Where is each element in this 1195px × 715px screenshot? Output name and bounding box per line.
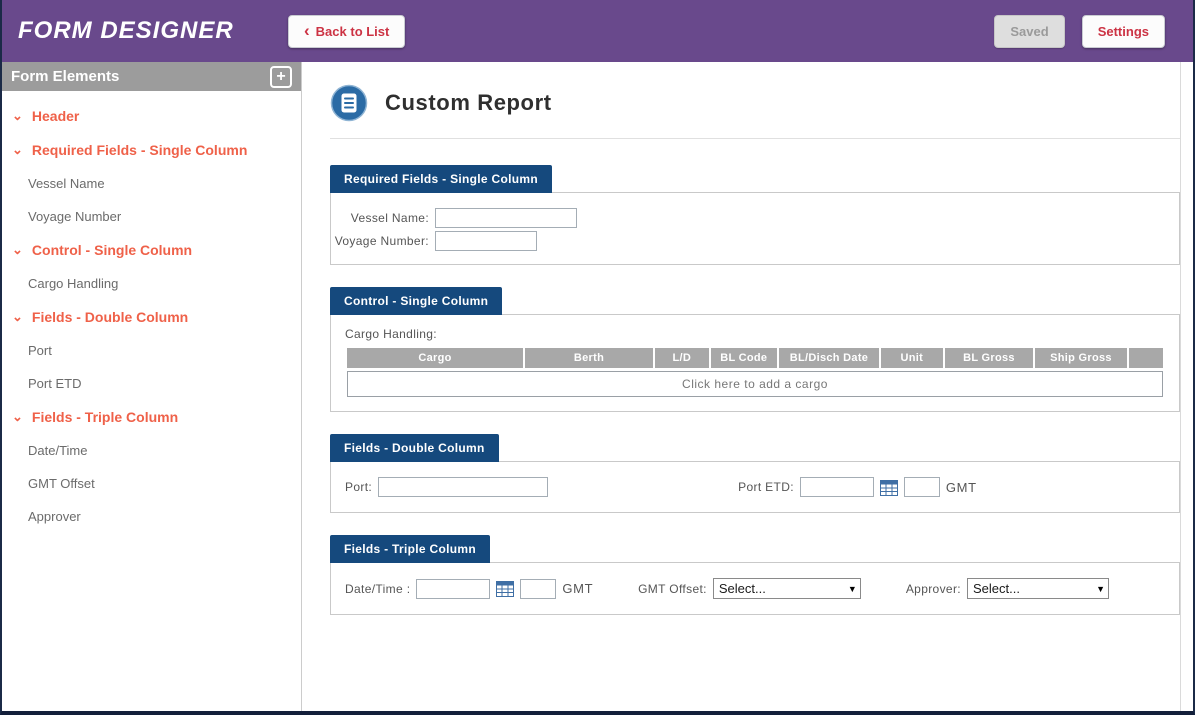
gmt-offset-field: GMT Offset: Select... ▼ (638, 578, 861, 599)
section-control: Control - Single Column Cargo Handling: … (330, 287, 1180, 412)
tab-required-fields[interactable]: Required Fields - Single Column (330, 165, 552, 193)
page-title: Custom Report (385, 90, 552, 116)
form-designer-window: FORM DESIGNER ‹ Back to List Saved Setti… (0, 0, 1195, 715)
date-time-date-input[interactable] (416, 579, 490, 599)
col-unit: Unit (881, 348, 943, 368)
approver-selected-value: Select... (973, 581, 1020, 596)
app-title: FORM DESIGNER (2, 17, 288, 45)
chevron-down-icon: ⌄ (12, 111, 23, 121)
gmt-offset-selected-value: Select... (719, 581, 766, 596)
cargo-table-header-row: Cargo Berth L/D BL Code BL/Disch Date Un… (347, 348, 1163, 368)
chevron-down-icon: ⌄ (12, 145, 23, 155)
section-double-column: Fields - Double Column Port: Port ETD: (330, 434, 1180, 513)
dropdown-arrow-icon: ▼ (848, 584, 857, 594)
sidebar-item-control-single[interactable]: ⌄ Control - Single Column (2, 233, 301, 267)
chevron-down-icon: ⌄ (12, 412, 23, 422)
port-input[interactable] (378, 477, 548, 497)
settings-button[interactable]: Settings (1082, 15, 1165, 48)
port-etd-date-input[interactable] (800, 477, 874, 497)
back-to-list-label: Back to List (316, 24, 390, 39)
section-triple-column: Fields - Triple Column Date/Time : (330, 535, 1180, 615)
sidebar-item-port[interactable]: Port (2, 334, 301, 367)
tab-double-column[interactable]: Fields - Double Column (330, 434, 499, 462)
vessel-name-label: Vessel Name: (331, 211, 429, 225)
approver-select[interactable]: Select... ▼ (967, 578, 1109, 599)
sidebar-item-gmt-offset[interactable]: GMT Offset (2, 467, 301, 500)
col-ld: L/D (655, 348, 709, 368)
sidebar-item-cargo-handling[interactable]: Cargo Handling (2, 267, 301, 300)
sidebar-group-label: Header (32, 108, 79, 124)
col-ship-gross: Ship Gross (1035, 348, 1126, 368)
voyage-number-label: Voyage Number: (331, 234, 429, 248)
sidebar-item-approver[interactable]: Approver (2, 500, 301, 533)
date-time-label: Date/Time : (345, 582, 410, 596)
sidebar-item-required-fields[interactable]: ⌄ Required Fields - Single Column (2, 133, 301, 167)
sidebar-item-vessel-name[interactable]: Vessel Name (2, 167, 301, 200)
required-fields-box: Vessel Name: Voyage Number: (330, 192, 1180, 265)
sidebar-group-label: Required Fields - Single Column (32, 142, 247, 158)
tab-control[interactable]: Control - Single Column (330, 287, 502, 315)
sidebar-item-fields-double[interactable]: ⌄ Fields - Double Column (2, 300, 301, 334)
sidebar-title: Form Elements (11, 68, 119, 85)
tab-triple-column[interactable]: Fields - Triple Column (330, 535, 490, 563)
col-berth: Berth (525, 348, 653, 368)
voyage-number-row: Voyage Number: (331, 231, 1179, 251)
date-time-field: Date/Time : GMT (345, 579, 593, 599)
report-header: Custom Report (330, 84, 1180, 139)
section-required-fields: Required Fields - Single Column Vessel N… (330, 165, 1180, 265)
saved-button[interactable]: Saved (994, 15, 1064, 48)
form-canvas: Custom Report Required Fields - Single C… (302, 62, 1181, 711)
topbar-actions: Saved Settings (994, 15, 1193, 48)
back-chevron-icon: ‹ (304, 26, 310, 36)
vessel-name-input[interactable] (435, 208, 577, 228)
sidebar-group-label: Fields - Double Column (32, 309, 188, 325)
col-bl-code: BL Code (711, 348, 777, 368)
body-area: Form Elements + ⌄ Header ⌄ Required Fiel… (2, 62, 1193, 711)
double-column-box: Port: Port ETD: (330, 461, 1180, 513)
sidebar-item-voyage-number[interactable]: Voyage Number (2, 200, 301, 233)
approver-label: Approver: (906, 582, 961, 596)
col-cargo: Cargo (347, 348, 523, 368)
document-icon (330, 84, 368, 122)
voyage-number-input[interactable] (435, 231, 537, 251)
sidebar-item-header[interactable]: ⌄ Header (2, 99, 301, 133)
port-etd-time-input[interactable] (904, 477, 940, 497)
add-cargo-row[interactable]: Click here to add a cargo (347, 371, 1163, 397)
add-element-button[interactable]: + (270, 66, 292, 88)
gmt-label: GMT (946, 480, 977, 495)
sidebar-header: Form Elements + (2, 62, 301, 91)
gmt-offset-label: GMT Offset: (638, 582, 707, 596)
port-field: Port: (345, 477, 548, 497)
top-bar: FORM DESIGNER ‹ Back to List Saved Setti… (2, 0, 1193, 62)
approver-field: Approver: Select... ▼ (906, 578, 1109, 599)
gmt-label: GMT (562, 581, 593, 596)
port-etd-field: Port ETD: GMT (738, 477, 977, 497)
control-box: Cargo Handling: Cargo Berth L/D BL Code … (330, 314, 1180, 412)
vessel-name-row: Vessel Name: (331, 208, 1179, 228)
sidebar-item-port-etd[interactable]: Port ETD (2, 367, 301, 400)
calendar-icon[interactable] (880, 479, 898, 496)
chevron-down-icon: ⌄ (12, 245, 23, 255)
cargo-handling-label: Cargo Handling: (345, 327, 1165, 341)
col-bl-disch-date: BL/Disch Date (779, 348, 879, 368)
form-elements-sidebar: Form Elements + ⌄ Header ⌄ Required Fiel… (2, 62, 302, 711)
col-bl-gross: BL Gross (945, 348, 1034, 368)
sidebar-group-label: Control - Single Column (32, 242, 192, 258)
triple-column-box: Date/Time : GMT (330, 562, 1180, 615)
col-actions (1129, 348, 1163, 368)
sidebar-item-fields-triple[interactable]: ⌄ Fields - Triple Column (2, 400, 301, 434)
dropdown-arrow-icon: ▼ (1096, 584, 1105, 594)
sidebar-group-label: Fields - Triple Column (32, 409, 178, 425)
sidebar-nav: ⌄ Header ⌄ Required Fields - Single Colu… (2, 91, 301, 541)
calendar-icon[interactable] (496, 580, 514, 597)
port-etd-label: Port ETD: (738, 480, 794, 494)
cargo-table: Cargo Berth L/D BL Code BL/Disch Date Un… (345, 348, 1165, 368)
date-time-time-input[interactable] (520, 579, 556, 599)
port-label: Port: (345, 480, 372, 494)
sidebar-item-date-time[interactable]: Date/Time (2, 434, 301, 467)
chevron-down-icon: ⌄ (12, 312, 23, 322)
gmt-offset-select[interactable]: Select... ▼ (713, 578, 861, 599)
back-to-list-button[interactable]: ‹ Back to List (288, 15, 405, 48)
